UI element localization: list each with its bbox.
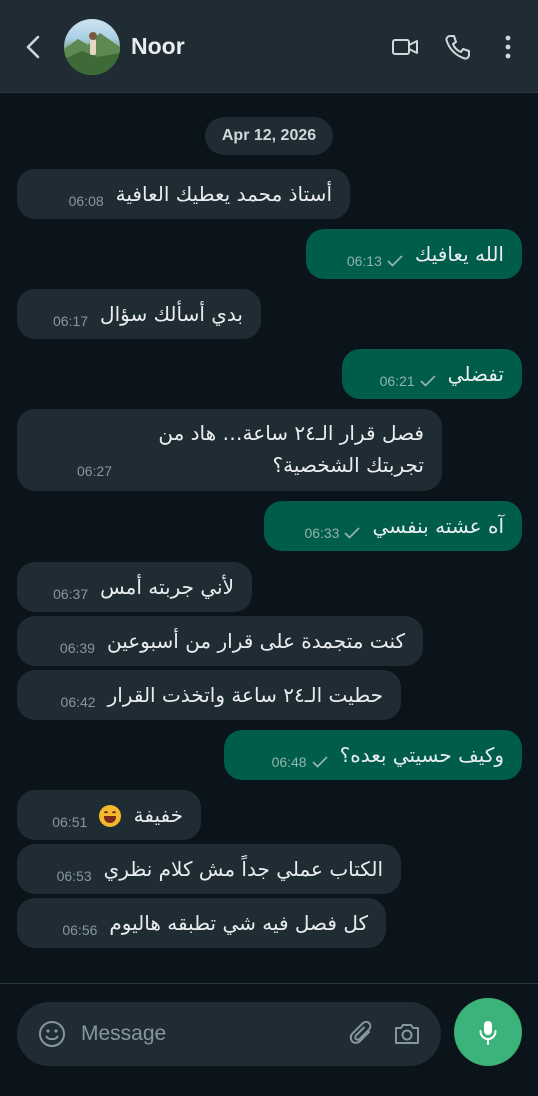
emoji-icon[interactable]: [37, 1019, 67, 1049]
message-outgoing[interactable]: 06:13 الله يعافيك: [306, 229, 522, 279]
message-time: 06:42: [60, 694, 96, 710]
phone-icon[interactable]: [443, 32, 473, 62]
attach-icon[interactable]: [347, 1019, 377, 1049]
message-time: 06:27: [76, 463, 112, 479]
message-incoming[interactable]: 06:08 أستاذ محمد يعطيك العافية: [17, 169, 350, 219]
message-text: أستاذ محمد يعطيك العافية: [115, 182, 332, 206]
mic-button[interactable]: [454, 998, 522, 1066]
message-incoming[interactable]: 06:27 فصل قرار الـ٢٤ ساعة… هاد من تجربتك…: [17, 409, 442, 491]
message-text: الله يعافيك: [414, 242, 504, 266]
check-icon: [420, 375, 436, 387]
message-time: 06:39: [59, 640, 95, 656]
message-text: بدي أسألك سؤال: [100, 302, 243, 326]
message-text: لأني جربته أمس: [100, 575, 234, 599]
message-text: خفيفة: [99, 803, 183, 828]
message-outgoing[interactable]: 06:21 تفضلي: [342, 349, 522, 399]
camera-icon[interactable]: [392, 1019, 422, 1049]
message-list[interactable]: Apr 12, 2026 06:08 أستاذ محمد يعطيك العا…: [0, 93, 538, 983]
message-time: 06:51: [52, 814, 88, 830]
message-time: 06:48: [272, 754, 328, 770]
message-text: كنت متجمدة على قرار من أسبوعين: [106, 629, 405, 653]
message-time: 06:21: [380, 373, 436, 389]
message-incoming[interactable]: 06:51 خفيفة: [17, 790, 201, 840]
message-time: 06:13: [347, 253, 403, 269]
message-incoming[interactable]: 06:53 الكتاب عملي جداً مش كلام نظري: [17, 844, 401, 894]
message-time: 06:53: [56, 868, 92, 884]
message-text: فصل قرار الـ٢٤ ساعة… هاد من تجربتك الشخص…: [158, 421, 424, 477]
check-icon: [344, 527, 361, 539]
check-icon: [387, 255, 403, 267]
message-text: تفضلي: [447, 362, 504, 386]
message-time: 06:37: [53, 586, 89, 602]
message-time: 06:33: [304, 525, 361, 541]
message-text: وكيف حسيتي بعده؟: [339, 743, 504, 767]
check-icon: [311, 756, 328, 768]
message-input[interactable]: [81, 1016, 331, 1052]
message-text: آه عشته بنفسي: [372, 514, 504, 538]
back-arrow-icon[interactable]: [20, 33, 48, 61]
message-text: الكتاب عملي جداً مش كلام نظري: [103, 857, 383, 881]
message-incoming[interactable]: 06:39 كنت متجمدة على قرار من أسبوعين: [17, 616, 423, 666]
message-incoming[interactable]: 06:42 حطيت الـ٢٤ ساعة واتخذت القرار: [17, 670, 401, 720]
composer-bar: [0, 983, 538, 1096]
message-time: 06:08: [68, 193, 104, 209]
message-text: حطيت الـ٢٤ ساعة واتخذت القرار: [107, 683, 383, 707]
avatar[interactable]: [64, 19, 120, 75]
message-incoming[interactable]: 06:37 لأني جربته أمس: [17, 562, 252, 612]
more-vert-icon[interactable]: [494, 32, 524, 62]
message-time: 06:56: [62, 922, 98, 938]
mic-icon: [479, 1021, 497, 1045]
message-time: 06:17: [52, 313, 89, 329]
message-incoming[interactable]: 06:17 بدي أسألك سؤال: [17, 289, 261, 339]
message-input-container[interactable]: [17, 1002, 441, 1066]
message-incoming[interactable]: 06:56 كل فصل فيه شي تطبقه هاليوم: [17, 898, 386, 948]
chat-header: Noor: [0, 0, 538, 93]
message-outgoing[interactable]: 06:48 وكيف حسيتي بعده؟: [224, 730, 522, 780]
date-chip: Apr 12, 2026: [205, 117, 333, 155]
contact-name[interactable]: Noor: [131, 33, 185, 60]
message-text: كل فصل فيه شي تطبقه هاليوم: [109, 911, 368, 935]
video-call-icon[interactable]: [390, 32, 420, 62]
grinning-face-icon: [99, 805, 122, 828]
message-outgoing[interactable]: 06:33 آه عشته بنفسي: [264, 501, 522, 551]
